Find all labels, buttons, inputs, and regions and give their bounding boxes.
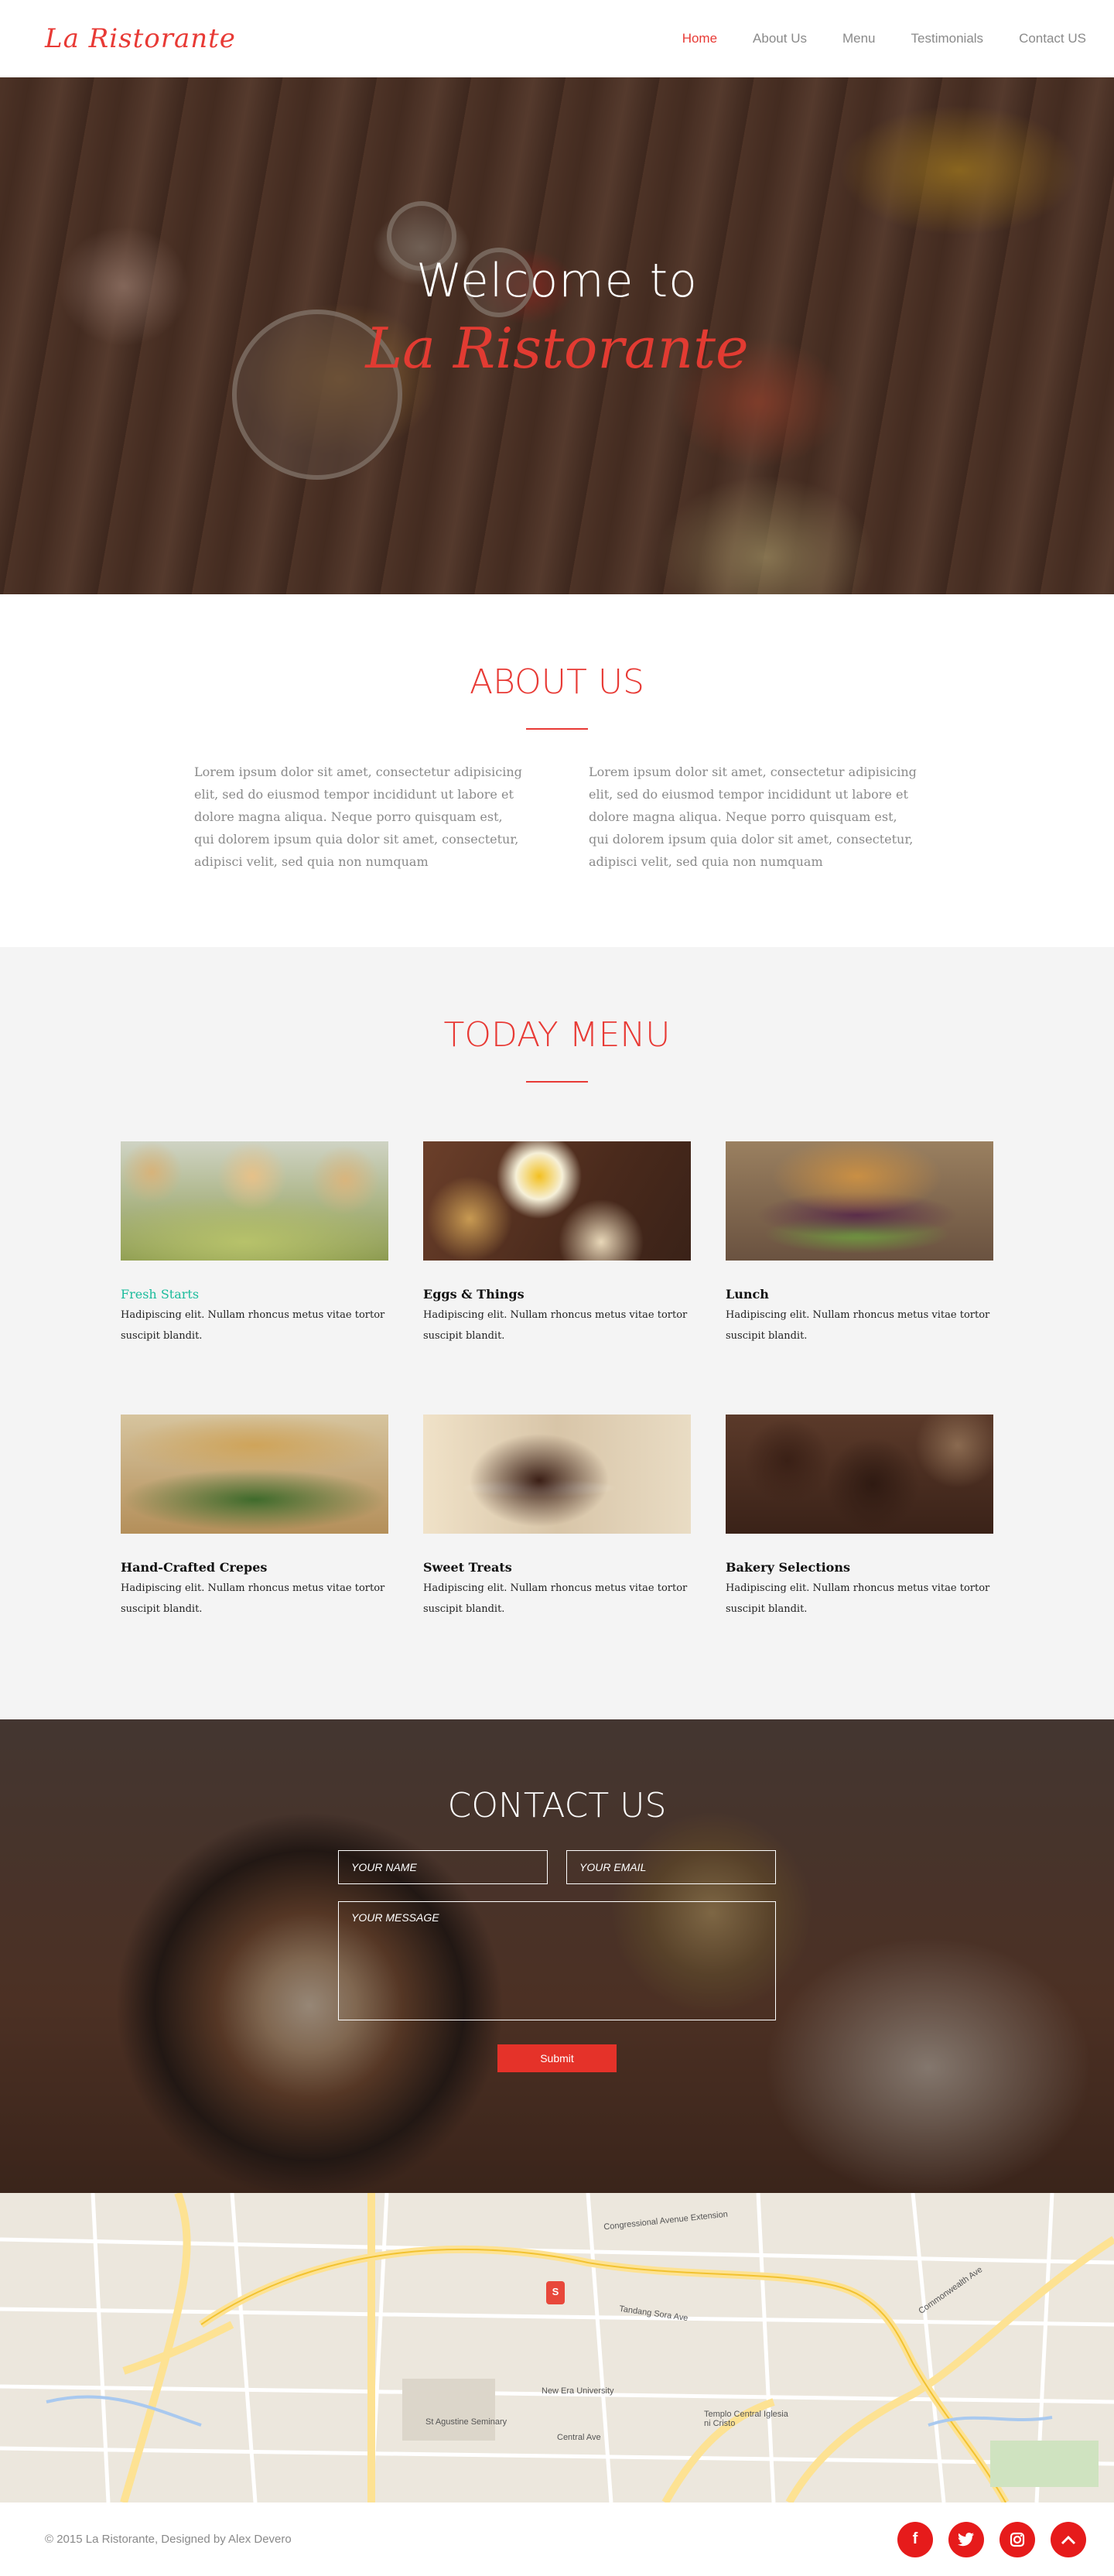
social-links: f — [897, 2521, 1086, 2557]
menu-item-title[interactable]: Sweet Treats — [423, 1560, 691, 1575]
nav-testimonials[interactable]: Testimonials — [911, 31, 984, 46]
name-field[interactable] — [338, 1850, 548, 1884]
menu-item-image — [121, 1141, 388, 1261]
map-label: Commonwealth Ave — [917, 2265, 985, 2316]
hero-banner: Welcome to La Ristorante — [0, 77, 1114, 594]
about-title: ABOUT US — [470, 662, 644, 702]
map-label: Tandang Sora Ave — [618, 2304, 689, 2324]
menu-item-title[interactable]: Fresh Starts — [121, 1287, 388, 1302]
about-text-left: Lorem ipsum dolor sit amet, consectetur … — [194, 765, 522, 869]
instagram-icon[interactable] — [1000, 2521, 1035, 2557]
menu-item-image — [726, 1415, 993, 1534]
site-footer: © 2015 La Ristorante, Designed by Alex D… — [0, 2502, 1114, 2576]
menu-item-description: Hadipiscing elit. Nullam rhoncus metus v… — [423, 1582, 688, 1615]
map-label: Central Ave — [557, 2433, 601, 2442]
menu-card-lunch[interactable]: Lunch Hadipiscing elit. Nullam rhoncus m… — [726, 1141, 993, 1415]
twitter-icon[interactable] — [948, 2521, 984, 2557]
menu-card-sweet-treats[interactable]: Sweet Treats Hadipiscing elit. Nullam rh… — [423, 1415, 691, 1688]
contact-section: CONTACT US Submit — [0, 1719, 1114, 2193]
map-label: St Agustine Seminary — [425, 2417, 507, 2427]
menu-item-description: Hadipiscing elit. Nullam rhoncus metus v… — [423, 1309, 688, 1342]
about-columns: Lorem ipsum dolor sit amet, consectetur … — [0, 761, 1114, 873]
menu-section: TODAY MENU Fresh Starts Hadipiscing elit… — [0, 947, 1114, 1719]
site-logo[interactable]: La Ristorante — [45, 23, 236, 54]
about-text-right: Lorem ipsum dolor sit amet, consectetur … — [589, 765, 917, 869]
hero-content: Welcome to La Ristorante — [0, 77, 1114, 594]
email-field[interactable] — [566, 1850, 776, 1884]
menu-item-title[interactable]: Lunch — [726, 1287, 993, 1302]
nav-contact-us[interactable]: Contact US — [1019, 31, 1086, 46]
form-row — [338, 1850, 776, 1884]
copyright-text: © 2015 La Ristorante, Designed by Alex D… — [45, 2533, 292, 2546]
menu-item-image — [726, 1141, 993, 1261]
menu-divider — [526, 1081, 588, 1083]
menu-item-title[interactable]: Eggs & Things — [423, 1287, 691, 1302]
map-label: Congressional Avenue Extension — [603, 2209, 729, 2232]
menu-card-crepes[interactable]: Hand-Crafted Crepes Hadipiscing elit. Nu… — [121, 1415, 388, 1688]
hero-brand-text: La Ristorante — [365, 316, 749, 381]
map-labels: Congressional Avenue Extension Commonwea… — [0, 2193, 1114, 2502]
message-field[interactable] — [338, 1901, 776, 2020]
location-map[interactable]: S Congressional Avenue Extension Commonw… — [0, 2193, 1114, 2502]
menu-card-bakery[interactable]: Bakery Selections Hadipiscing elit. Null… — [726, 1415, 993, 1688]
menu-item-title[interactable]: Hand-Crafted Crepes — [121, 1560, 388, 1575]
menu-item-image — [423, 1415, 691, 1534]
map-label: Templo Central Iglesia ni Cristo — [704, 2410, 788, 2428]
nav-menu[interactable]: Menu — [842, 31, 876, 46]
nav-about-us[interactable]: About Us — [753, 31, 807, 46]
menu-item-title[interactable]: Bakery Selections — [726, 1560, 993, 1575]
menu-item-image — [121, 1415, 388, 1534]
menu-item-description: Hadipiscing elit. Nullam rhoncus metus v… — [726, 1309, 990, 1342]
map-label: New Era University — [542, 2386, 614, 2396]
about-section: ABOUT US Lorem ipsum dolor sit amet, con… — [0, 594, 1114, 947]
menu-item-description: Hadipiscing elit. Nullam rhoncus metus v… — [121, 1582, 385, 1615]
submit-button[interactable]: Submit — [497, 2044, 617, 2072]
menu-card-eggs-things[interactable]: Eggs & Things Hadipiscing elit. Nullam r… — [423, 1141, 691, 1415]
contact-form: Submit — [338, 1850, 776, 2072]
contact-content: CONTACT US Submit — [0, 1786, 1114, 2072]
menu-card-fresh-starts[interactable]: Fresh Starts Hadipiscing elit. Nullam rh… — [121, 1141, 388, 1415]
menu-item-image — [423, 1141, 691, 1261]
menu-title: TODAY MENU — [443, 1015, 671, 1055]
facebook-icon[interactable]: f — [897, 2521, 933, 2557]
menu-item-description: Hadipiscing elit. Nullam rhoncus metus v… — [121, 1309, 385, 1342]
about-divider — [526, 728, 588, 730]
nav-home[interactable]: Home — [682, 31, 717, 46]
menu-item-description: Hadipiscing elit. Nullam rhoncus metus v… — [726, 1582, 990, 1615]
menu-grid: Fresh Starts Hadipiscing elit. Nullam rh… — [121, 1141, 993, 1688]
scroll-top-icon[interactable] — [1051, 2521, 1086, 2557]
contact-title: CONTACT US — [447, 1786, 667, 1825]
main-menu: Home About Us Menu Testimonials Contact … — [647, 31, 1086, 46]
hero-welcome-text: Welcome to — [416, 254, 698, 308]
top-nav: La Ristorante Home About Us Menu Testimo… — [0, 0, 1114, 77]
